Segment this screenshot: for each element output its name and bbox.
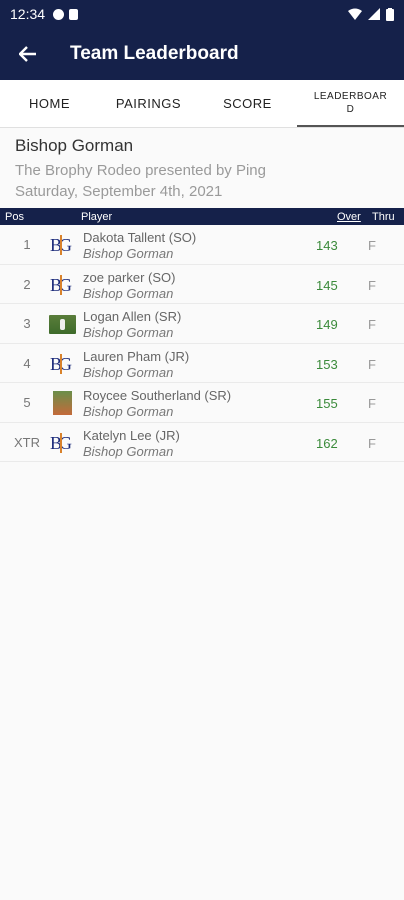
row-pos: 2: [23, 276, 31, 292]
school-logo: BG: [50, 431, 76, 455]
row-pos: 1: [23, 237, 31, 252]
header-over[interactable]: Over: [337, 211, 361, 223]
player-name: Lauren Pham (JR): [83, 348, 190, 364]
player-thru: F: [368, 238, 376, 253]
arrow-left-icon: [19, 46, 36, 62]
player-team: Bishop Gorman: [83, 285, 174, 301]
row-pos: 5: [23, 395, 31, 410]
tab-home[interactable]: HOME: [0, 80, 99, 127]
school-logo: BG: [50, 233, 76, 257]
leaderboard-list: 1 BG Dakota Tallent (SO) Bishop Gorman 1…: [0, 225, 404, 462]
event-info: Bishop Gorman The Brophy Rodeo presented…: [0, 128, 404, 208]
player-photo: [49, 315, 76, 334]
player-name: zoe parker (SO): [83, 269, 176, 285]
wifi-icon: [348, 8, 362, 20]
player-score: 153: [316, 356, 338, 372]
player-name: Katelyn Lee (JR): [83, 427, 180, 443]
table-row[interactable]: 5 Roycee Southerland (SR) Bishop Gorman …: [0, 383, 404, 423]
player-name: Roycee Southerland (SR): [83, 388, 232, 403]
player-team: Bishop Gorman: [83, 364, 174, 380]
signal-icon: [368, 8, 380, 20]
table-header: Pos Player Over Thru: [0, 208, 404, 225]
table-row[interactable]: 1 BG Dakota Tallent (SO) Bishop Gorman 1…: [0, 225, 404, 265]
player-team: Bishop Gorman: [83, 246, 174, 261]
header-player: Player: [81, 210, 113, 223]
sim-icon: [69, 8, 79, 20]
event-date: Saturday, September 4th, 2021: [15, 183, 223, 200]
player-thru: F: [368, 317, 376, 332]
table-row[interactable]: 3 Logan Allen (SR) Bishop Gorman 149 F: [0, 304, 404, 344]
tab-leaderboard[interactable]: LEADERBOAR D: [297, 80, 404, 127]
player-thru: F: [368, 435, 376, 451]
app-bar: Team Leaderboard: [0, 28, 404, 80]
row-pos: 4: [23, 355, 31, 371]
player-score: 155: [316, 396, 338, 411]
player-score: 145: [316, 277, 338, 293]
row-pos: XTR: [14, 434, 40, 450]
player-team: Bishop Gorman: [83, 404, 174, 419]
player-thru: F: [368, 396, 376, 411]
player-name: Dakota Tallent (SO): [83, 230, 197, 245]
player-photo: [53, 391, 72, 415]
back-button[interactable]: [0, 46, 56, 62]
event-name: The Brophy Rodeo presented by Ping: [15, 162, 266, 179]
battery-icon: [386, 7, 394, 21]
player-thru: F: [368, 356, 376, 372]
school-logo: BG: [50, 273, 76, 297]
player-team: Bishop Gorman: [83, 325, 174, 340]
header-pos: Pos: [5, 210, 24, 223]
tab-score[interactable]: SCORE: [198, 80, 297, 127]
page-title: Team Leaderboard: [70, 43, 239, 64]
school-logo: BG: [50, 352, 76, 376]
player-score: 149: [316, 317, 338, 332]
notification-icon: [53, 8, 65, 20]
player-team: Bishop Gorman: [83, 443, 174, 459]
player-score: 143: [316, 238, 338, 253]
player-score: 162: [316, 435, 338, 451]
table-row[interactable]: 2 BG zoe parker (SO) Bishop Gorman 145 F: [0, 264, 404, 304]
player-thru: F: [368, 277, 376, 293]
status-time: 12:34: [10, 6, 46, 22]
status-bar: 12:34: [0, 0, 404, 28]
row-pos: 3: [23, 316, 31, 331]
table-row[interactable]: XTR BG Katelyn Lee (JR) Bishop Gorman 16…: [0, 422, 404, 462]
header-thru: Thru: [372, 210, 395, 223]
tab-bar: HOME PAIRINGS SCORE LEADERBOAR D: [0, 80, 404, 128]
table-row[interactable]: 4 BG Lauren Pham (JR) Bishop Gorman 153 …: [0, 343, 404, 383]
team-name: Bishop Gorman: [15, 136, 134, 155]
tab-pairings[interactable]: PAIRINGS: [99, 80, 198, 127]
player-name: Logan Allen (SR): [83, 309, 182, 324]
